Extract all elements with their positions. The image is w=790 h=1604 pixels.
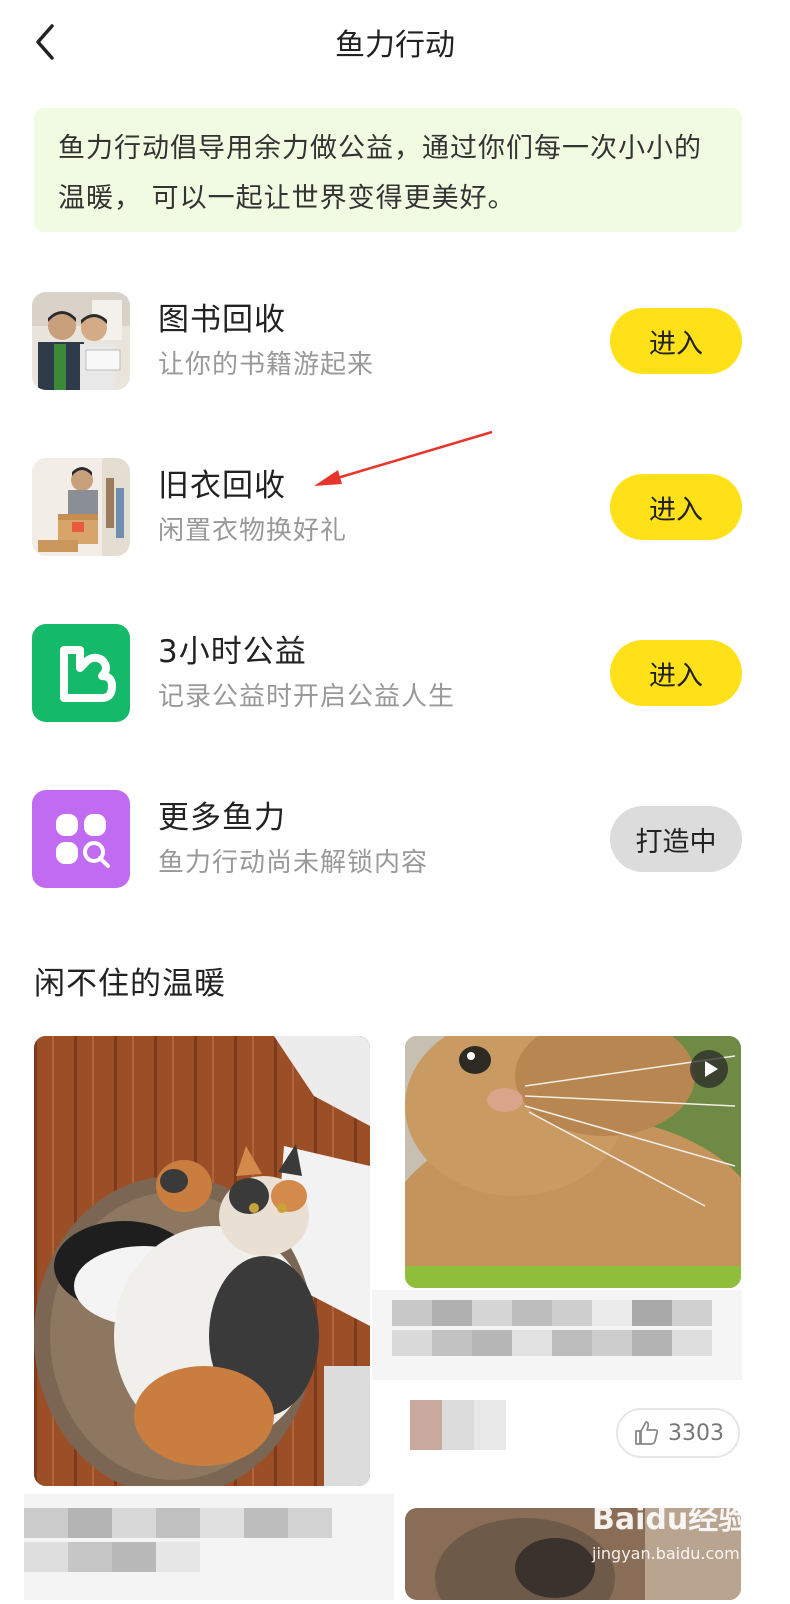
watermark-url: jingyan.baidu.com <box>592 1544 740 1563</box>
like-count: 3303 <box>668 1420 724 1446</box>
action-title: 3小时公益 <box>158 634 307 670</box>
action-row-clothes-recycle[interactable]: 旧衣回收 闲置衣物换好礼 进入 <box>0 430 790 562</box>
action-subtitle: 闲置衣物换好礼 <box>158 516 348 546</box>
action-row-book-recycle[interactable]: 图书回收 让你的书籍游起来 进入 <box>0 286 790 396</box>
page-title: 鱼力行动 <box>335 28 455 63</box>
section-title: 闲不住的温暖 <box>34 966 226 1002</box>
action-row-more[interactable]: 更多鱼力 鱼力行动尚未解锁内容 打造中 <box>0 784 790 894</box>
thumbs-up-icon <box>635 1421 659 1445</box>
charity-heart-icon <box>32 624 130 722</box>
feed-card-cats-photo[interactable] <box>34 1036 370 1486</box>
watermark-brand: Baidu经验 <box>592 1502 749 1537</box>
enter-button[interactable]: 进入 <box>610 640 742 706</box>
action-title: 图书回收 <box>158 302 286 338</box>
book-recycle-thumbnail <box>32 292 130 390</box>
grid-search-icon <box>32 790 130 888</box>
intro-banner: 鱼力行动倡导用余力做公益，通过你们每一次小小的温暖， 可以一起让世界变得更美好。 <box>34 108 742 232</box>
action-row-3h-charity[interactable]: 3小时公益 记录公益时开启公益人生 进入 <box>0 618 790 728</box>
video-play-icon[interactable] <box>690 1050 728 1088</box>
clothes-recycle-thumbnail <box>32 458 130 556</box>
enter-button[interactable]: 进入 <box>610 474 742 540</box>
baidu-watermark-logo: Baidu经验 jingyan.baidu.com <box>592 1494 772 1584</box>
red-arrow-annotation <box>314 430 493 486</box>
action-subtitle: 鱼力行动尚未解锁内容 <box>158 848 429 878</box>
coming-soon-button[interactable]: 打造中 <box>610 806 742 872</box>
action-title: 旧衣回收 <box>158 468 286 504</box>
mosaic-caption-blurred <box>372 1290 742 1380</box>
enter-button[interactable]: 进入 <box>610 308 742 374</box>
mosaic-avatar-blurred <box>410 1400 506 1450</box>
action-title: 更多鱼力 <box>158 800 286 836</box>
top-bar: 鱼力行动 <box>0 0 790 84</box>
like-button[interactable]: 3303 <box>616 1408 740 1458</box>
action-subtitle: 让你的书籍游起来 <box>158 350 375 380</box>
action-subtitle: 记录公益时开启公益人生 <box>158 682 456 712</box>
mosaic-caption-left-blurred <box>24 1494 394 1600</box>
